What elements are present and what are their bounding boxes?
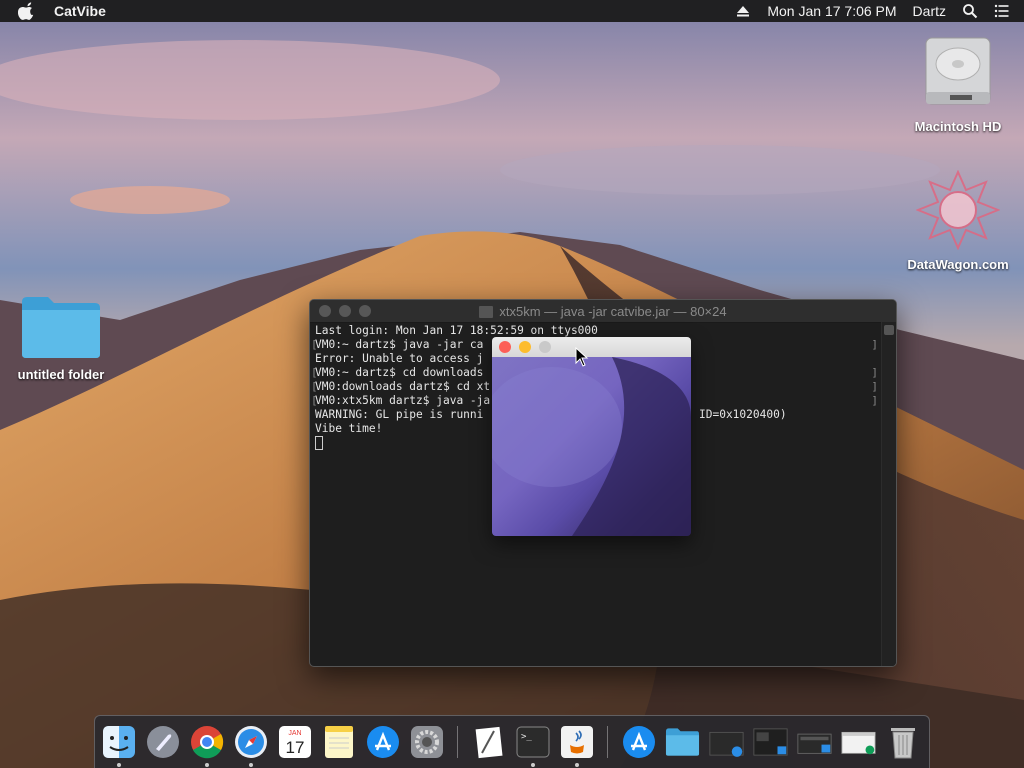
running-indicator	[574, 763, 579, 767]
chrome-icon	[190, 726, 223, 759]
running-indicator	[248, 763, 253, 767]
desktop-icon-label: untitled folder	[17, 367, 105, 382]
dock-app-store-downloads[interactable]	[621, 723, 656, 761]
mark-bracket: [	[311, 366, 318, 379]
document-proxy-icon	[479, 306, 494, 319]
mark-bracket: ]	[871, 380, 878, 393]
minimized-window-thumbnail-icon	[709, 731, 744, 757]
desktop-icon-label: DataWagon.com	[907, 257, 1009, 272]
clock[interactable]: Mon Jan 17 7:06 PM	[767, 3, 896, 19]
dock-chrome[interactable]	[189, 723, 224, 767]
mark-bracket: ]	[871, 366, 878, 379]
folder-icon	[22, 297, 100, 358]
cat-fur-image	[492, 357, 691, 536]
minimized-window-thumbnail-icon	[753, 728, 788, 756]
folder-icon	[665, 728, 700, 756]
finder-icon	[102, 726, 135, 758]
notification-center-icon[interactable]	[994, 3, 1010, 19]
terminal-scrollbar[interactable]	[881, 322, 896, 666]
terminal-icon: >_	[516, 726, 549, 758]
desktop-icon-label: Macintosh HD	[914, 119, 1002, 134]
dock-finder[interactable]	[101, 723, 136, 767]
menu-bar: CatVibe Mon Jan 17 7:06 PM Dartz	[0, 0, 1024, 22]
dock-system-preferences[interactable]	[409, 723, 444, 761]
mark-bracket: [	[311, 380, 318, 393]
dock-safari[interactable]	[233, 723, 268, 767]
terminal-line: Last login: Mon Jan 17 18:52:59 on ttys0…	[315, 324, 598, 337]
warning-suffix: ID=0x1020400)	[699, 408, 787, 421]
mark-bracket: ]	[871, 394, 878, 407]
dock-textedit[interactable]	[471, 723, 506, 761]
window-controls	[319, 305, 371, 317]
dock-java[interactable]	[559, 723, 594, 767]
notes-icon	[324, 726, 353, 758]
launchpad-rocket-icon	[146, 726, 179, 758]
desktop-icon-datawagon[interactable]: DataWagon.com	[898, 169, 1018, 272]
calendar-day: 17	[285, 738, 304, 757]
scroll-menu-icon[interactable]	[884, 325, 894, 335]
running-indicator	[116, 763, 121, 767]
zoom-button[interactable]	[359, 305, 371, 317]
dock-terminal[interactable]: >_	[515, 723, 550, 767]
gear-icon	[410, 726, 443, 758]
minimize-button[interactable]	[519, 341, 531, 353]
minimized-window-thumbnail-icon	[841, 731, 876, 755]
close-button[interactable]	[499, 341, 511, 353]
datawagon-logo-icon	[915, 169, 1001, 251]
terminal-title: xtx5km — java -jar catvibe.jar — 80×24	[310, 304, 896, 319]
spotlight-search-icon[interactable]	[962, 3, 978, 19]
dock: JAN 17 >_	[94, 715, 930, 768]
mouse-pointer-icon	[575, 347, 589, 367]
app-name-menu[interactable]: CatVibe	[54, 3, 106, 19]
mark-bracket: [	[311, 394, 318, 407]
close-button[interactable]	[319, 305, 331, 317]
window-controls	[499, 341, 551, 353]
dock-notes[interactable]	[321, 723, 356, 761]
text-cursor	[315, 436, 323, 450]
terminal-title-text: xtx5km — java -jar catvibe.jar — 80×24	[499, 303, 727, 319]
desktop-icon-untitled-folder[interactable]: untitled folder	[1, 294, 121, 382]
catvibe-window[interactable]	[492, 337, 691, 536]
dock-downloads-folder[interactable]	[665, 723, 700, 761]
catvibe-titlebar[interactable]	[492, 337, 691, 357]
dock-app-store[interactable]	[365, 723, 400, 761]
java-coffee-icon	[560, 726, 593, 758]
terminal-titlebar[interactable]: xtx5km — java -jar catvibe.jar — 80×24	[310, 300, 896, 323]
apple-menu-icon[interactable]	[18, 2, 36, 20]
dock-launchpad[interactable]	[145, 723, 180, 761]
app-store-icon	[366, 726, 399, 758]
calendar-month: JAN	[288, 730, 301, 737]
mark-bracket: ]	[871, 338, 878, 351]
eject-icon[interactable]	[735, 3, 751, 19]
dock-separator	[457, 726, 458, 758]
desktop-icon-macintosh-hd[interactable]: Macintosh HD	[898, 34, 1018, 134]
dock-minimized-window-2[interactable]	[753, 723, 788, 761]
calendar-icon: JAN 17	[278, 726, 311, 758]
textedit-pen-icon	[475, 726, 503, 759]
terminal-prompt-glyph: >_	[521, 732, 532, 742]
menu-extras: Mon Jan 17 7:06 PM Dartz	[735, 3, 1010, 19]
dock-trash[interactable]	[885, 723, 920, 761]
safari-compass-icon	[234, 726, 267, 758]
minimized-window-thumbnail-icon	[797, 733, 832, 754]
hard-drive-icon	[925, 37, 991, 105]
cat-image-canvas	[492, 357, 691, 536]
running-indicator	[204, 763, 209, 767]
dock-separator	[607, 726, 608, 758]
dock-minimized-window-3[interactable]	[797, 723, 832, 761]
dock-calendar[interactable]: JAN 17	[277, 723, 312, 761]
user-menu[interactable]: Dartz	[913, 3, 946, 19]
minimize-button[interactable]	[339, 305, 351, 317]
dock-minimized-window-4[interactable]	[841, 723, 876, 761]
trash-can-icon	[890, 728, 915, 759]
zoom-button[interactable]	[539, 341, 551, 353]
running-indicator	[530, 763, 535, 767]
mark-bracket: [	[311, 338, 318, 351]
warning-text: WARNING: GL pipe is runni	[315, 408, 484, 421]
app-store-icon	[622, 726, 655, 758]
dock-minimized-window-1[interactable]	[709, 723, 744, 761]
